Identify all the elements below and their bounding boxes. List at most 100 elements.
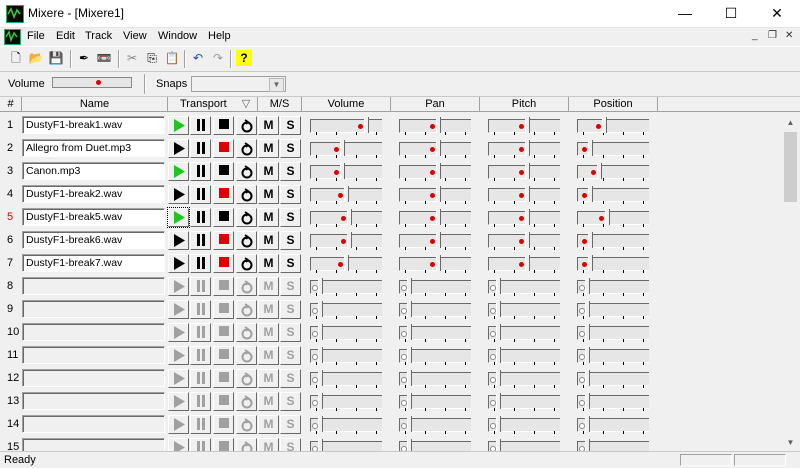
pause-button[interactable] <box>190 254 211 273</box>
loop-button[interactable] <box>236 415 257 434</box>
solo-button[interactable]: S <box>280 231 301 250</box>
pitch-slider[interactable] <box>488 117 560 135</box>
scroll-down-icon[interactable]: ▼ <box>782 434 799 451</box>
undo-icon[interactable]: ↶ <box>190 50 206 66</box>
slider-thumb[interactable] <box>344 255 349 271</box>
pause-button[interactable] <box>190 438 211 451</box>
pause-button[interactable] <box>190 300 211 319</box>
slider-thumb[interactable] <box>525 209 530 225</box>
mute-button[interactable]: M <box>258 139 279 158</box>
loop-button[interactable] <box>236 231 257 250</box>
slider-thumb[interactable] <box>407 347 412 363</box>
slider-thumb[interactable] <box>605 209 610 225</box>
slider-thumb[interactable] <box>588 255 593 271</box>
mute-button[interactable]: M <box>258 254 279 273</box>
loop-button[interactable] <box>236 369 257 388</box>
slider-thumb[interactable] <box>340 163 345 179</box>
slider-thumb[interactable] <box>318 370 323 386</box>
menu-file[interactable]: File <box>27 30 45 42</box>
stop-button[interactable] <box>213 323 234 342</box>
mute-button[interactable]: M <box>258 369 279 388</box>
menu-window[interactable]: Window <box>158 30 197 42</box>
pan-slider[interactable] <box>399 209 471 227</box>
minimize-button[interactable]: — <box>662 0 708 27</box>
solo-button[interactable]: S <box>280 415 301 434</box>
position-slider[interactable] <box>577 163 649 181</box>
mute-button[interactable]: M <box>258 415 279 434</box>
play-button[interactable] <box>168 116 189 135</box>
volume-slider[interactable] <box>310 347 382 365</box>
pause-button[interactable] <box>190 116 211 135</box>
stop-button[interactable] <box>213 254 234 273</box>
volume-slider[interactable] <box>310 324 382 342</box>
header-num[interactable]: # <box>0 97 22 111</box>
loop-button[interactable] <box>236 208 257 227</box>
pan-slider[interactable] <box>399 416 471 434</box>
slider-thumb[interactable] <box>318 347 323 363</box>
volume-slider[interactable] <box>310 186 382 204</box>
track-name-field[interactable] <box>22 277 165 295</box>
copy-icon[interactable]: ⎘ <box>144 50 160 66</box>
loop-button[interactable] <box>236 277 257 296</box>
track-name-field[interactable]: DustyF1-break6.wav <box>22 231 165 249</box>
pitch-slider[interactable] <box>488 301 560 319</box>
position-slider[interactable] <box>577 301 649 319</box>
mute-button[interactable]: M <box>258 185 279 204</box>
loop-button[interactable] <box>236 346 257 365</box>
volume-slider[interactable] <box>310 370 382 388</box>
slider-thumb[interactable] <box>407 278 412 294</box>
mute-button[interactable]: M <box>258 277 279 296</box>
slider-thumb[interactable] <box>496 324 501 340</box>
slider-thumb[interactable] <box>525 163 530 179</box>
pan-slider[interactable] <box>399 186 471 204</box>
volume-slider[interactable] <box>310 416 382 434</box>
stop-button[interactable] <box>213 392 234 411</box>
slider-thumb[interactable] <box>496 416 501 432</box>
play-button[interactable] <box>168 139 189 158</box>
slider-thumb[interactable] <box>436 117 441 133</box>
slider-thumb[interactable] <box>318 301 323 317</box>
mdi-restore-button[interactable]: ❐ <box>768 30 777 41</box>
pause-button[interactable] <box>190 139 211 158</box>
slider-thumb[interactable] <box>318 278 323 294</box>
solo-button[interactable]: S <box>280 277 301 296</box>
play-button[interactable] <box>168 369 189 388</box>
cut-icon[interactable]: ✂ <box>124 50 140 66</box>
track-name-field[interactable]: Canon.mp3 <box>22 162 165 180</box>
volume-slider[interactable] <box>310 163 382 181</box>
volume-slider[interactable] <box>310 232 382 250</box>
play-button[interactable] <box>168 346 189 365</box>
master-volume-slider[interactable] <box>52 77 132 88</box>
position-slider[interactable] <box>577 324 649 342</box>
solo-button[interactable]: S <box>280 346 301 365</box>
pitch-slider[interactable] <box>488 255 560 273</box>
pause-button[interactable] <box>190 162 211 181</box>
close-button[interactable]: ✕ <box>754 0 800 27</box>
slider-thumb[interactable] <box>436 255 441 271</box>
loop-button[interactable] <box>236 185 257 204</box>
play-button[interactable] <box>168 300 189 319</box>
slider-thumb[interactable] <box>585 347 590 363</box>
slider-thumb[interactable] <box>318 393 323 409</box>
mute-button[interactable]: M <box>258 323 279 342</box>
loop-button[interactable] <box>236 392 257 411</box>
slider-thumb[interactable] <box>436 232 441 248</box>
volume-slider[interactable] <box>310 209 382 227</box>
track-name-field[interactable]: DustyF1-break5.wav <box>22 208 165 226</box>
track-name-field[interactable]: DustyF1-break2.wav <box>22 185 165 203</box>
pan-slider[interactable] <box>399 439 471 451</box>
slider-thumb[interactable] <box>585 278 590 294</box>
pitch-slider[interactable] <box>488 163 560 181</box>
stop-button[interactable] <box>213 231 234 250</box>
volume-slider[interactable] <box>310 140 382 158</box>
slider-thumb[interactable] <box>602 117 607 133</box>
slider-thumb[interactable] <box>525 186 530 202</box>
slider-thumb[interactable] <box>436 163 441 179</box>
slider-thumb[interactable] <box>597 163 602 179</box>
pitch-slider[interactable] <box>488 232 560 250</box>
slider-thumb[interactable] <box>347 209 352 225</box>
stop-button[interactable] <box>213 369 234 388</box>
menu-edit[interactable]: Edit <box>56 30 75 42</box>
solo-button[interactable]: S <box>280 323 301 342</box>
solo-button[interactable]: S <box>280 254 301 273</box>
